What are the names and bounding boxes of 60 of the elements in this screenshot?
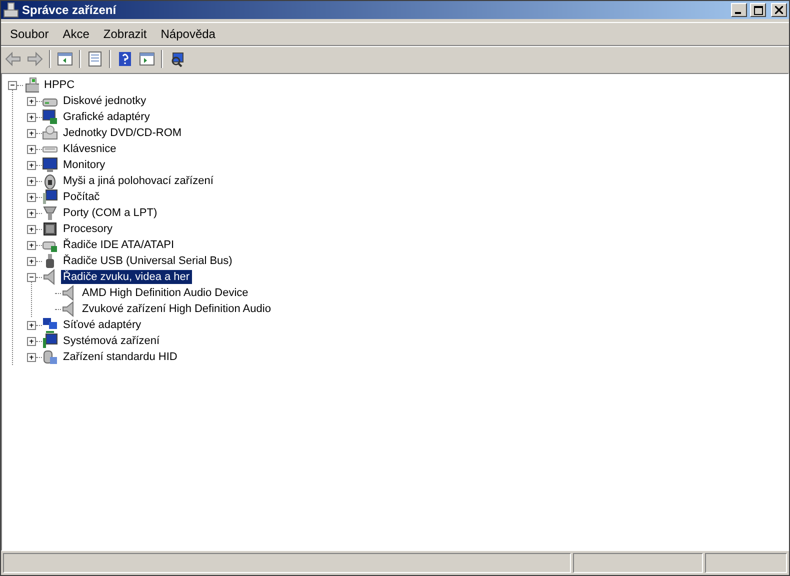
tree-item[interactable]: Počítač bbox=[61, 190, 102, 204]
back-arrow-icon[interactable] bbox=[5, 51, 21, 67]
maximize-button[interactable] bbox=[750, 3, 766, 17]
system-device-icon bbox=[42, 333, 58, 349]
tree-item[interactable]: Myši a jiná polohovací zařízení bbox=[61, 174, 216, 188]
action-pane-icon[interactable] bbox=[139, 51, 155, 67]
tree-item[interactable]: AMD High Definition Audio Device bbox=[80, 286, 250, 300]
collapse-icon[interactable] bbox=[8, 80, 17, 90]
tree-item[interactable]: Jednotky DVD/CD-ROM bbox=[61, 126, 184, 140]
tree-item[interactable]: Řadiče USB (Universal Serial Bus) bbox=[61, 254, 234, 268]
network-icon bbox=[42, 317, 58, 333]
tree-item[interactable]: Síťové adaptéry bbox=[61, 318, 144, 332]
window-title: Správce zařízení bbox=[22, 3, 118, 17]
tree-item[interactable]: Systémová zařízení bbox=[61, 334, 162, 348]
expand-icon[interactable] bbox=[27, 160, 36, 170]
expand-icon[interactable] bbox=[27, 176, 36, 186]
expand-icon[interactable] bbox=[27, 240, 36, 250]
tree-item[interactable]: Porty (COM a LPT) bbox=[61, 206, 160, 220]
maximize-icon bbox=[754, 6, 762, 14]
properties-icon[interactable] bbox=[87, 51, 103, 67]
tree-item[interactable]: Procesory bbox=[61, 222, 115, 236]
mouse-icon bbox=[42, 173, 58, 189]
tree-item[interactable]: HPPC bbox=[42, 78, 77, 92]
close-icon bbox=[775, 6, 783, 14]
menu-item[interactable]: Soubor bbox=[3, 27, 56, 41]
tree-item[interactable]: Zvukové zařízení High Definition Audio bbox=[80, 302, 273, 316]
console-tree-icon[interactable] bbox=[57, 51, 73, 67]
forward-arrow-icon[interactable] bbox=[27, 51, 43, 67]
display-adapter-icon bbox=[42, 109, 58, 125]
expand-icon[interactable] bbox=[27, 224, 36, 234]
expand-icon[interactable] bbox=[27, 112, 36, 122]
collapse-icon[interactable] bbox=[27, 272, 36, 282]
tree-item[interactable]: Klávesnice bbox=[61, 142, 118, 156]
minimize-button[interactable] bbox=[731, 3, 747, 17]
close-button[interactable] bbox=[771, 3, 787, 17]
expand-icon[interactable] bbox=[27, 256, 36, 266]
tree-item[interactable]: Diskové jednotky bbox=[61, 94, 148, 108]
computer-icon bbox=[42, 189, 58, 205]
menu-item[interactable]: Zobrazit bbox=[96, 27, 154, 41]
help-icon[interactable] bbox=[117, 51, 133, 67]
expand-icon[interactable] bbox=[27, 144, 36, 154]
scan-hardware-icon[interactable] bbox=[169, 51, 185, 67]
tree-item[interactable]: Řadiče zvuku, videa a her bbox=[61, 270, 192, 284]
expand-icon[interactable] bbox=[27, 352, 36, 362]
tree-item[interactable]: Řadiče IDE ATA/ATAPI bbox=[61, 238, 176, 252]
computer-icon bbox=[23, 77, 39, 93]
tree-item[interactable]: Zařízení standardu HID bbox=[61, 350, 180, 364]
menu-item[interactable]: Akce bbox=[56, 27, 96, 41]
expand-icon[interactable] bbox=[27, 192, 36, 202]
expand-icon[interactable] bbox=[27, 128, 36, 138]
tree-item[interactable]: Monitory bbox=[61, 158, 108, 172]
expand-icon[interactable] bbox=[27, 208, 36, 218]
expand-icon[interactable] bbox=[27, 336, 36, 346]
tree-item[interactable]: Grafické adaptéry bbox=[61, 110, 152, 124]
expand-icon[interactable] bbox=[27, 96, 36, 106]
expand-icon[interactable] bbox=[27, 320, 36, 330]
hid-icon bbox=[42, 349, 58, 365]
processor-icon bbox=[42, 221, 58, 237]
menu-item[interactable]: Nápověda bbox=[154, 27, 222, 41]
port-icon bbox=[42, 205, 58, 221]
